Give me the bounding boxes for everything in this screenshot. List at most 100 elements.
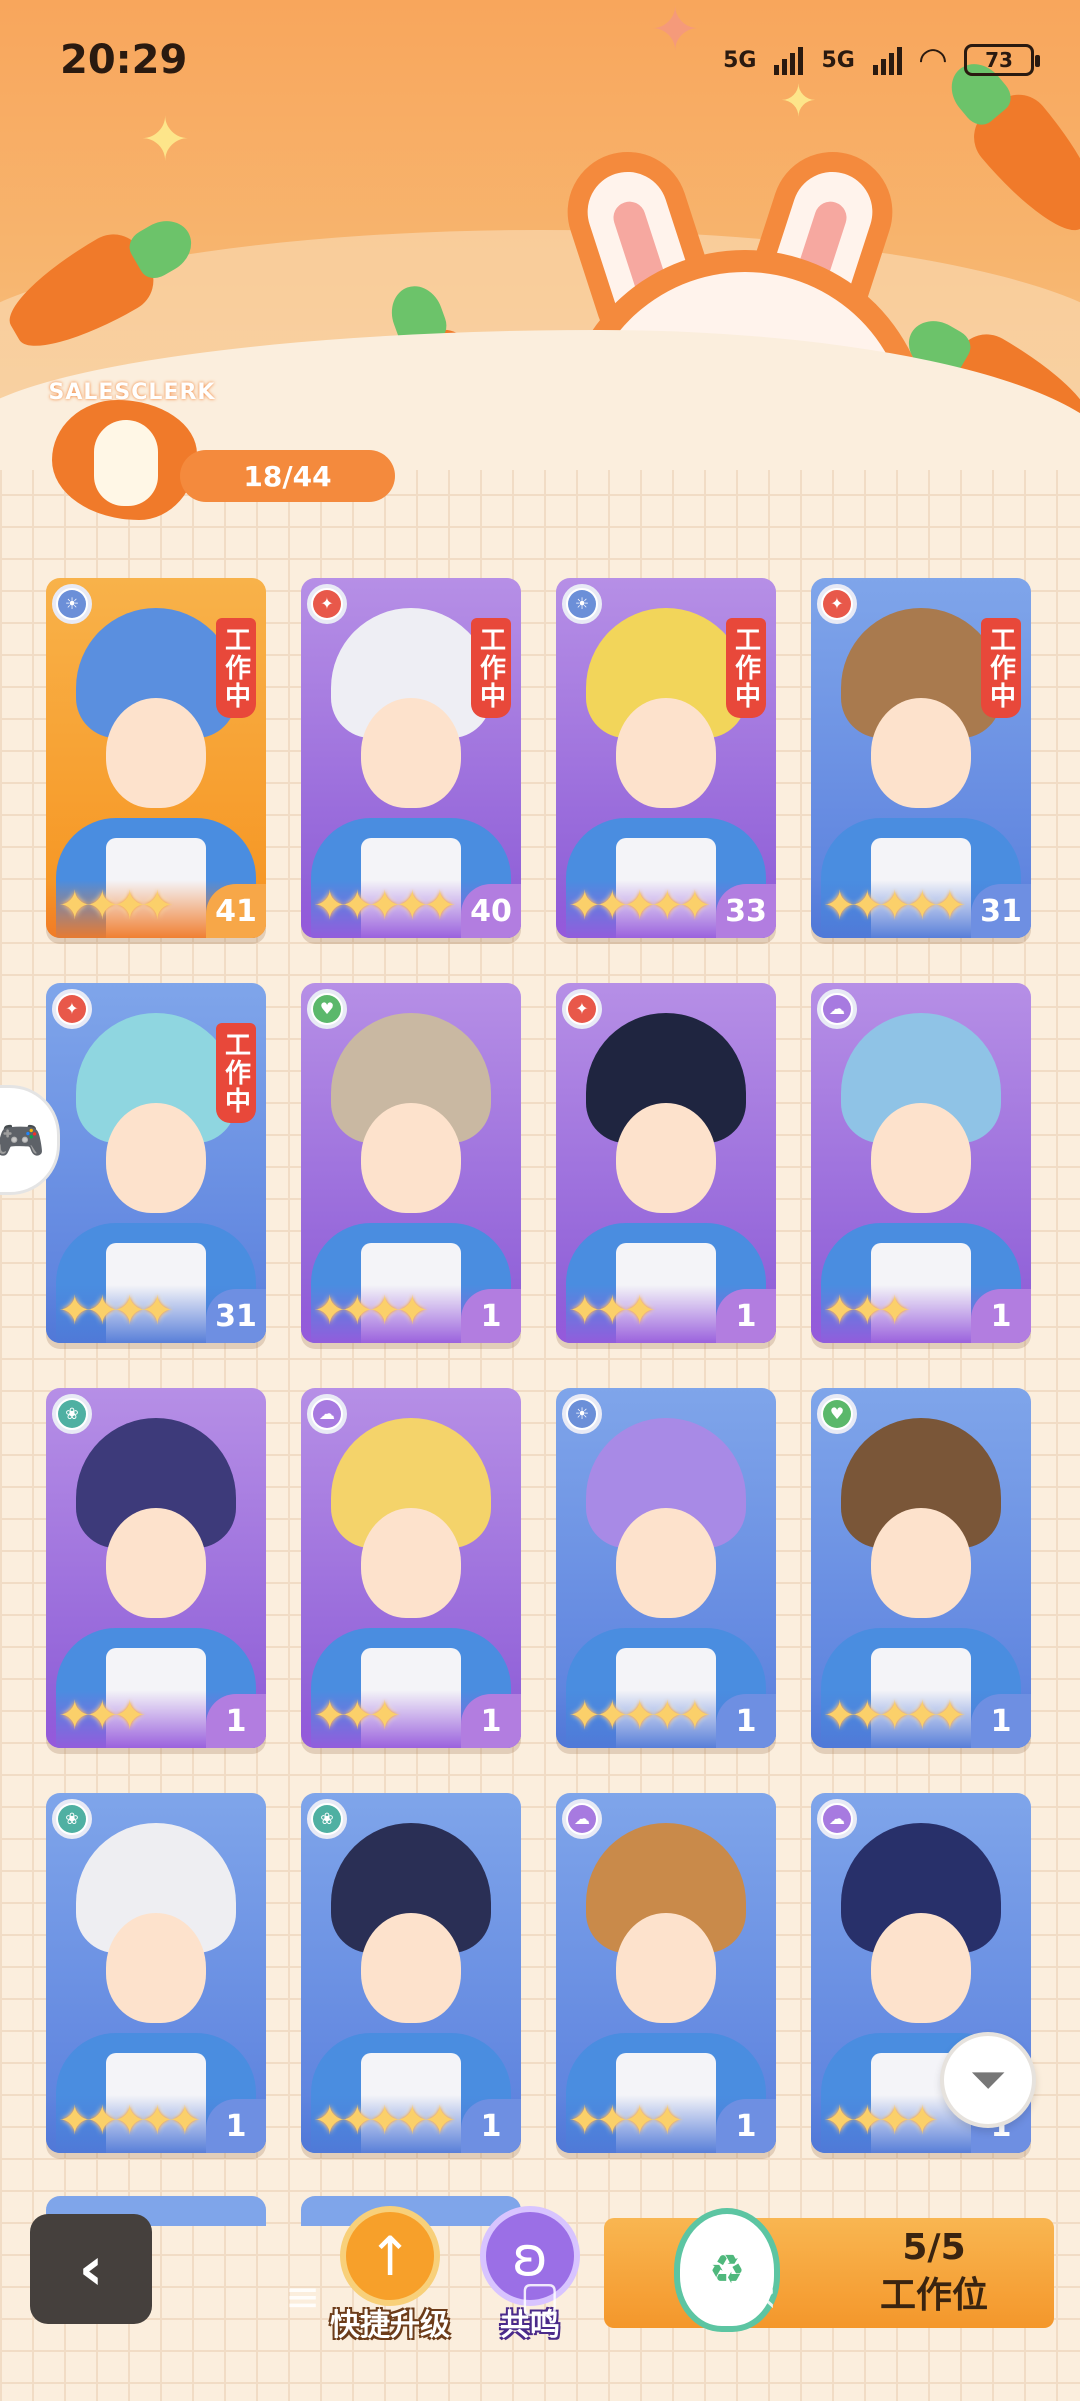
character-card[interactable]: ❀ ✦ ✦ ✦ ✦ ✦ 1: [46, 1793, 266, 2153]
character-face: [106, 1103, 206, 1213]
quick-upgrade-button[interactable]: ↑ 快捷升级: [320, 2206, 460, 2356]
character-card[interactable]: ☁✦✦✦✦1: [556, 1793, 776, 2153]
star-icon: ✦: [933, 1693, 966, 1739]
star-icon: ✦: [678, 883, 711, 929]
leaf-icon: ❀: [58, 1805, 86, 1833]
star-icon: ✦: [623, 883, 656, 929]
star-icon: ✦: [878, 1288, 911, 1334]
status-time: 20:29: [60, 37, 188, 83]
character-card[interactable]: ❀ ✦ ✦ ✦ 1: [46, 1388, 266, 1748]
cloud-icon: ☁: [313, 1400, 341, 1428]
strawberry-element-icon: ♥: [817, 1394, 857, 1434]
character-card[interactable]: ✦ ✦ ✦ ✦ 1: [556, 983, 776, 1343]
star-icon: ✦: [85, 1693, 119, 1739]
cloud-element-icon: ☁: [307, 1394, 347, 1434]
star-rating: ✦ ✦ ✦ ✦: [568, 2098, 684, 2144]
character-card[interactable]: ✦ ✦ ✦ ✦ ✦ ✦ 31 工作中: [811, 578, 1031, 938]
star-icon: ✦: [58, 1288, 91, 1334]
character-face: [616, 698, 716, 808]
filter-button[interactable]: ⏷: [940, 2032, 1036, 2128]
character-level: 31: [971, 884, 1031, 938]
star-icon: ✦: [823, 590, 851, 618]
character-card[interactable]: ☀ ✦ ✦ ✦ ✦ 41 工作中: [46, 578, 266, 938]
star-icon: ✦: [140, 1288, 174, 1334]
character-level: 1: [461, 1289, 521, 1343]
star-rating: ✦ ✦ ✦: [313, 1693, 401, 1739]
work-slot-button[interactable]: ♻ 5/5 工作位: [604, 2208, 1054, 2332]
chevron-left-icon: ‹: [78, 2234, 104, 2304]
character-level: 33: [716, 884, 776, 938]
star-element-icon: ✦: [52, 989, 92, 1029]
job-badge-label: SALESCLERK: [48, 380, 216, 405]
character-face: [106, 1508, 206, 1618]
character-card[interactable]: ♥ ✦ ✦ ✦ ✦ 1: [301, 983, 521, 1343]
character-level: 31: [206, 1289, 266, 1343]
network-label: 5G: [821, 47, 855, 73]
nav-back-icon[interactable]: ‹: [760, 2272, 777, 2321]
star-icon: ✦: [113, 1693, 146, 1739]
star-icon: ✦: [650, 2098, 684, 2144]
character-card[interactable]: ☁ ✦ ✦ ✦ 1: [301, 1388, 521, 1748]
character-card-grid: ☀ ✦ ✦ ✦ ✦ 41 工作中 ✦ ✦ ✦ ✦ ✦ ✦ 40 工作中 ☀ ✦ ✦ ✦ ✦ ✦ 33 工作中 ✦ ✦ ✦ ✦ ✦ ✦ 31…: [46, 578, 1036, 2153]
star-icon: ✦: [368, 1693, 401, 1739]
star-icon: ✦: [878, 1693, 911, 1739]
character-level: 1: [971, 1289, 1031, 1343]
badge-mascot-icon: [94, 420, 158, 506]
character-face: [616, 1508, 716, 1618]
character-card[interactable]: ✦ ✦ ✦ ✦ ✦ 31 工作中: [46, 983, 266, 1343]
character-face: [361, 1913, 461, 2023]
character-level: 1: [971, 1694, 1031, 1748]
star-icon: ✦: [823, 2098, 856, 2144]
character-card[interactable]: ✦ ✦ ✦ ✦ ✦ ✦ 40 工作中: [301, 578, 521, 938]
star-icon: ✦: [58, 1693, 91, 1739]
star-icon: ✦: [58, 883, 91, 929]
working-status-tag: 工作中: [981, 618, 1021, 718]
star-rating: ✦ ✦ ✦ ✦: [823, 2098, 939, 2144]
star-rating: ✦ ✦ ✦ ✦ ✦: [823, 883, 966, 929]
cloud-element-icon: ☁: [562, 1799, 602, 1839]
star-icon: ✦: [368, 883, 401, 929]
star-rating: ✦ ✦ ✦ ✦ ✦: [823, 1693, 966, 1739]
star-icon: ✦: [905, 883, 939, 929]
signal-icon: [774, 45, 804, 75]
cloud-icon: ☁: [823, 1805, 851, 1833]
star-rating: ✦ ✦ ✦ ✦ ✦: [568, 883, 711, 929]
signal-icon: [872, 45, 902, 75]
working-status-tag: 工作中: [216, 618, 256, 718]
sun-icon: ☀: [58, 590, 86, 618]
nav-menu-icon[interactable]: ≡: [285, 2272, 320, 2321]
character-face: [871, 1103, 971, 1213]
character-card[interactable]: ☀ ✦ ✦ ✦ ✦ ✦ 1: [556, 1388, 776, 1748]
cloud-element-icon: ☁: [817, 1799, 857, 1839]
nav-home-icon[interactable]: ▢: [520, 2272, 560, 2321]
star-rating: ✦ ✦ ✦ ✦ ✦: [58, 2101, 201, 2141]
star-icon: ✦: [595, 1288, 629, 1334]
character-card[interactable]: ❀ ✦ ✦ ✦ ✦ ✦ 1: [301, 1793, 521, 2153]
star-icon: ✦: [823, 883, 856, 929]
back-button[interactable]: ‹: [30, 2214, 152, 2324]
sun-element-icon: ☀: [52, 584, 92, 624]
character-card[interactable]: ☁ ✦ ✦ ✦ 1: [811, 983, 1031, 1343]
star-element-icon: ✦: [307, 584, 347, 624]
character-level: 1: [716, 1289, 776, 1343]
star-icon: ✦: [113, 883, 146, 929]
character-face: [106, 1913, 206, 2023]
sun-icon: ☀: [568, 590, 596, 618]
character-card[interactable]: ♥ ✦ ✦ ✦ ✦ ✦ 1: [811, 1388, 1031, 1748]
star-icon: ✦: [313, 1693, 346, 1739]
star-icon: ✦: [423, 2098, 456, 2144]
star-icon: ✦: [340, 883, 374, 929]
star-rating: ✦ ✦ ✦ ✦ ✦: [313, 883, 456, 929]
leaf-icon: ❀: [58, 1400, 86, 1428]
quick-upgrade-label: 快捷升级: [330, 2308, 450, 2343]
work-slot-text: 5/5 工作位: [834, 2224, 1034, 2320]
star-rating: ✦ ✦ ✦: [58, 1693, 146, 1739]
character-level: 1: [206, 1694, 266, 1748]
star-icon: ✦: [58, 995, 86, 1023]
character-face: [616, 1913, 716, 2023]
star-icon: ✦: [823, 1288, 856, 1334]
character-card[interactable]: ☀ ✦ ✦ ✦ ✦ ✦ 33 工作中: [556, 578, 776, 938]
star-rating: ✦ ✦ ✦ ✦ ✦: [568, 1696, 711, 1736]
star-icon: ✦: [650, 883, 684, 929]
star-icon: ✦: [905, 2098, 939, 2144]
